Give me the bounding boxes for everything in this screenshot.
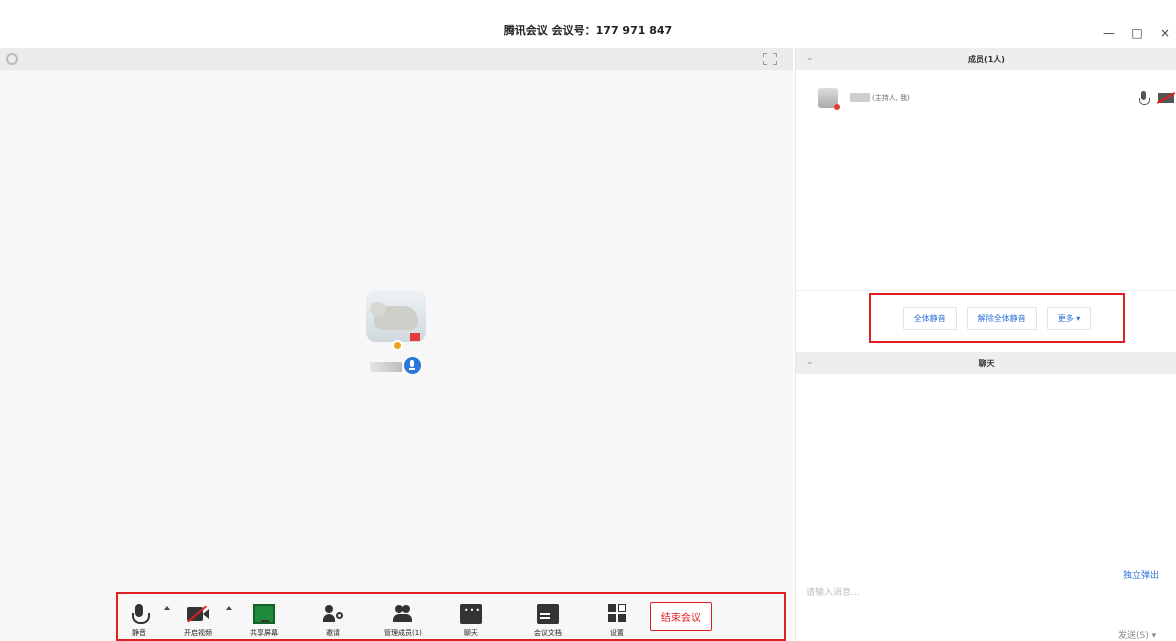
gear-icon[interactable] [6, 53, 18, 65]
close-button[interactable]: × [1158, 26, 1172, 40]
member-mic-icon[interactable] [1138, 91, 1150, 105]
meeting-window: 腾讯会议 会议号：177 971 847 — □ × 静音 开启视频 共享屏幕 … [0, 0, 1176, 641]
send-button[interactable]: 发送(S) ▾ [1118, 628, 1156, 641]
mute-all-button[interactable]: 全体静音 [902, 306, 957, 330]
settings-button[interactable]: 设置 [606, 596, 628, 638]
audio-options-caret-icon[interactable] [164, 605, 170, 610]
host-badge-icon [392, 340, 403, 351]
member-name-redacted [850, 93, 870, 102]
chat-button[interactable]: 聊天 [459, 596, 482, 638]
more-actions-button[interactable]: 更多 ▾ [1046, 306, 1092, 330]
invite-label: 邀请 [326, 628, 340, 637]
window-title: 腾讯会议 会议号：177 971 847 [503, 24, 673, 37]
invite-user-icon [322, 604, 344, 624]
fullscreen-icon[interactable] [763, 53, 777, 65]
title-bar: 腾讯会议 会议号：177 971 847 — □ × [0, 0, 1176, 44]
side-panel: ⌄ 成员(1人) (主持人, 我) 全体静音 解除全体静音 更多 ▾ ⌄ 聊天 … [795, 48, 1176, 641]
start-video-button[interactable]: 开启视频 [184, 596, 212, 638]
members-panel-header[interactable]: ⌄ 成员(1人) [796, 48, 1176, 70]
unmute-all-button[interactable]: 解除全体静音 [966, 306, 1037, 330]
members-icon [392, 604, 414, 624]
chat-panel-header[interactable]: ⌄ 聊天 [796, 352, 1176, 374]
video-top-bar [0, 48, 793, 70]
flag-icon [410, 333, 420, 341]
video-area: 静音 开启视频 共享屏幕 邀请 管理成员(1) 聊天 [0, 48, 793, 641]
chat-bubble-icon [459, 603, 482, 624]
manage-members-label: 管理成员(1) [384, 628, 422, 637]
video-options-caret-icon[interactable] [226, 605, 232, 610]
settings-label: 设置 [609, 628, 624, 637]
document-icon [536, 603, 559, 624]
video-off-icon [187, 604, 209, 624]
manage-members-button[interactable]: 管理成员(1) [384, 596, 422, 638]
docs-label: 会议文档 [533, 628, 562, 637]
mute-button[interactable]: 静音 [128, 596, 150, 638]
share-label: 共享屏幕 [250, 628, 278, 637]
chat-panel-title: 聊天 [978, 359, 995, 368]
share-screen-button[interactable]: 共享屏幕 [250, 596, 278, 638]
minimize-button[interactable]: — [1102, 26, 1116, 40]
invite-button[interactable]: 邀请 [322, 596, 344, 638]
member-list-item[interactable]: (主持人, 我) [818, 88, 1176, 110]
mic-status-icon [404, 357, 421, 374]
maximize-button[interactable]: □ [1130, 26, 1144, 40]
meeting-toolbar: 静音 开启视频 共享屏幕 邀请 管理成员(1) 聊天 [116, 592, 786, 641]
members-actions-divider [796, 290, 1176, 291]
window-controls: — □ × [1102, 26, 1176, 40]
member-avatar [818, 88, 840, 110]
microphone-icon [128, 603, 150, 624]
meeting-docs-button[interactable]: 会议文档 [534, 596, 562, 638]
end-meeting-button[interactable]: 结束会议 [649, 602, 712, 631]
member-actions-group: 全体静音 解除全体静音 更多 ▾ [869, 293, 1125, 343]
settings-grid-icon [606, 603, 628, 624]
members-panel-title: 成员(1人) [968, 55, 1005, 64]
chat-message-input[interactable] [796, 578, 1176, 608]
chat-label: 聊天 [463, 628, 478, 637]
mute-label: 静音 [132, 628, 146, 637]
member-video-off-icon[interactable] [1158, 93, 1174, 103]
member-role: (主持人, 我) [872, 94, 910, 102]
screen-share-icon [253, 603, 275, 624]
video-label: 开启视频 [184, 628, 212, 637]
polar-bear-avatar-icon [370, 302, 418, 330]
participant-name-redacted [370, 362, 402, 372]
